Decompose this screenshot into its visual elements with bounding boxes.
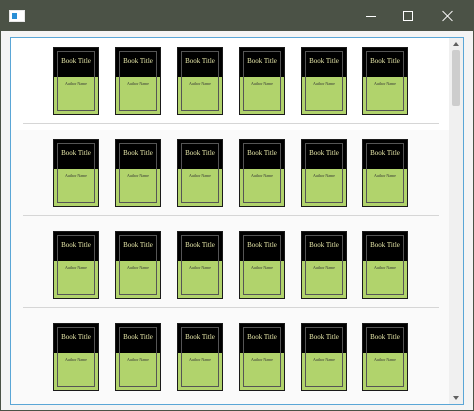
book-cover[interactable]: Book Title Author Name	[301, 47, 347, 115]
book-cover[interactable]: Book Title Author Name	[53, 231, 99, 299]
book-cover[interactable]: Book Title Author Name	[301, 231, 347, 299]
minimize-button[interactable]	[351, 1, 391, 31]
book-cover[interactable]: Book Title Author Name	[301, 323, 347, 391]
vertical-scrollbar[interactable]	[449, 38, 463, 404]
book-cover[interactable]: Book Title Author Name	[239, 139, 285, 207]
book-title: Book Title	[247, 333, 277, 341]
book-title: Book Title	[247, 241, 277, 249]
book-cover[interactable]: Book Title Author Name	[362, 231, 408, 299]
book-title: Book Title	[309, 149, 339, 157]
book-cover[interactable]: Book Title Author Name	[177, 323, 223, 391]
app-window-icon[interactable]	[9, 10, 25, 22]
book-title: Book Title	[247, 149, 277, 157]
book-author: Author Name	[374, 357, 396, 362]
book-cover[interactable]: Book Title Author Name	[177, 139, 223, 207]
book-cover[interactable]: Book Title Author Name	[115, 47, 161, 115]
minimize-icon	[366, 15, 376, 17]
book-title: Book Title	[123, 241, 153, 249]
book-title: Book Title	[309, 333, 339, 341]
book-list-view[interactable]: Book Title Author Name Book Title Author Na…	[10, 37, 464, 405]
book-cover[interactable]: Book Title Author Name	[239, 323, 285, 391]
book-title: Book Title	[61, 149, 91, 157]
book-title: Book Title	[61, 333, 91, 341]
book-author: Author Name	[251, 173, 273, 178]
row-divider	[23, 307, 439, 308]
book-cover[interactable]: Book Title Author Name	[301, 139, 347, 207]
book-grid: Book Title Author Name Book Title Author Na…	[11, 38, 449, 404]
book-cover[interactable]: Book Title Author Name	[239, 47, 285, 115]
book-title: Book Title	[309, 241, 339, 249]
row-divider	[23, 215, 439, 216]
maximize-button[interactable]	[388, 1, 428, 31]
book-cover[interactable]: Book Title Author Name	[177, 231, 223, 299]
book-cover[interactable]: Book Title Author Name	[53, 139, 99, 207]
book-author: Author Name	[65, 265, 87, 270]
app-window: Book Title Author Name Book Title Author Na…	[0, 0, 474, 411]
book-author: Author Name	[189, 265, 211, 270]
book-cover[interactable]: Book Title Author Name	[115, 139, 161, 207]
book-author: Author Name	[374, 265, 396, 270]
book-title: Book Title	[61, 241, 91, 249]
book-cover[interactable]: Book Title Author Name	[53, 47, 99, 115]
book-title: Book Title	[370, 241, 400, 249]
book-author: Author Name	[374, 173, 396, 178]
maximize-icon	[403, 11, 413, 21]
book-author: Author Name	[251, 357, 273, 362]
book-title: Book Title	[61, 57, 91, 65]
book-cover[interactable]: Book Title Author Name	[115, 231, 161, 299]
book-cover[interactable]: Book Title Author Name	[239, 231, 285, 299]
book-author: Author Name	[65, 357, 87, 362]
book-title: Book Title	[185, 241, 215, 249]
book-title: Book Title	[247, 57, 277, 65]
book-author: Author Name	[313, 81, 335, 86]
book-title: Book Title	[370, 149, 400, 157]
close-icon	[442, 10, 454, 22]
scroll-down-arrow-icon[interactable]	[449, 392, 463, 404]
book-author: Author Name	[65, 173, 87, 178]
book-cover[interactable]: Book Title Author Name	[53, 323, 99, 391]
book-author: Author Name	[127, 81, 149, 86]
book-author: Author Name	[313, 173, 335, 178]
scroll-thumb[interactable]	[452, 50, 460, 106]
title-bar[interactable]	[1, 1, 473, 31]
book-author: Author Name	[189, 173, 211, 178]
book-title: Book Title	[123, 333, 153, 341]
book-cover[interactable]: Book Title Author Name	[362, 139, 408, 207]
book-title: Book Title	[309, 57, 339, 65]
book-cover[interactable]: Book Title Author Name	[362, 323, 408, 391]
book-author: Author Name	[127, 357, 149, 362]
scroll-up-arrow-icon[interactable]	[449, 38, 463, 50]
book-cover[interactable]: Book Title Author Name	[177, 47, 223, 115]
book-author: Author Name	[251, 265, 273, 270]
book-title: Book Title	[185, 149, 215, 157]
book-title: Book Title	[123, 149, 153, 157]
book-cover[interactable]: Book Title Author Name	[115, 323, 161, 391]
book-author: Author Name	[251, 81, 273, 86]
book-author: Author Name	[127, 265, 149, 270]
book-title: Book Title	[185, 333, 215, 341]
book-title: Book Title	[123, 57, 153, 65]
book-author: Author Name	[189, 81, 211, 86]
book-title: Book Title	[370, 57, 400, 65]
close-button[interactable]	[428, 1, 468, 31]
row-divider	[23, 123, 439, 124]
book-author: Author Name	[313, 265, 335, 270]
book-cover[interactable]: Book Title Author Name	[362, 47, 408, 115]
book-author: Author Name	[127, 173, 149, 178]
book-author: Author Name	[313, 357, 335, 362]
book-author: Author Name	[374, 81, 396, 86]
book-title: Book Title	[185, 57, 215, 65]
book-title: Book Title	[370, 333, 400, 341]
book-author: Author Name	[65, 81, 87, 86]
book-author: Author Name	[189, 357, 211, 362]
